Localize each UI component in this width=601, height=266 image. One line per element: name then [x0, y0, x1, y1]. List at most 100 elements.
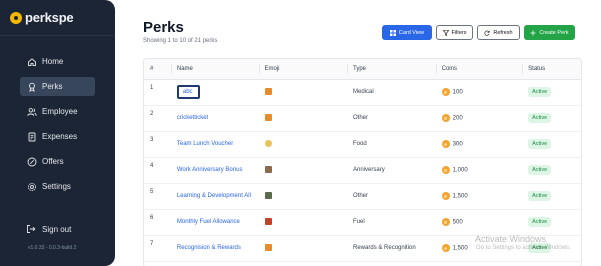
users-icon: [27, 107, 37, 117]
perk-type: Medical: [347, 79, 436, 106]
perk-name-link-focused[interactable]: abc: [176, 85, 200, 99]
perk-type: Other: [347, 183, 436, 210]
sign-out-button[interactable]: Sign out: [26, 224, 71, 234]
sidebar-item-home[interactable]: Home: [20, 52, 95, 71]
activate-windows-subtitle: Go to Settings to activate Windows.: [476, 245, 571, 251]
gear-icon: [27, 182, 37, 192]
plus-icon: [530, 30, 536, 35]
column-header-coins[interactable]: Coins: [435, 59, 523, 80]
house-icon: [264, 165, 272, 173]
table-row[interactable]: 4 Work Anniversary Bonus Anniversary 1,0…: [144, 157, 581, 184]
status-badge: Active: [528, 113, 552, 123]
logo-icon: [10, 11, 22, 24]
coin-icon: [441, 88, 450, 96]
column-header-emoji[interactable]: Emoji: [258, 59, 348, 80]
perk-name-link[interactable]: cricketticket: [177, 115, 208, 121]
row-number: 5: [144, 183, 171, 210]
coin-icon: [441, 218, 450, 226]
brand[interactable]: perkspe: [10, 10, 74, 25]
filters-label: Filters: [451, 29, 467, 36]
gift-icon: [264, 87, 272, 95]
perk-coins: 1,500: [452, 245, 468, 252]
table-row[interactable]: 3 Team Lunch Voucher Food 300 Active: [144, 131, 581, 158]
perk-name-link[interactable]: Monthly Fuel Allowance: [177, 219, 240, 225]
coin-icon: [441, 166, 450, 174]
perk-type: Fuel: [347, 209, 436, 236]
page-subtitle: Showing 1 to 10 of 21 perks: [143, 38, 218, 44]
receipt-icon: [27, 132, 37, 142]
row-number: 7: [144, 235, 171, 262]
sidebar: perkspe Home Perks Employee Expenses Off…: [0, 0, 115, 266]
perk-name-link[interactable]: Work Anniversary Bonus: [177, 167, 243, 173]
row-number: 1: [144, 79, 171, 106]
row-number: 2: [144, 105, 171, 132]
sidebar-nav: Home Perks Employee Expenses Offers Sett…: [20, 52, 95, 202]
coin-icon: [441, 192, 450, 200]
status-badge: Active: [528, 165, 552, 175]
table-row[interactable]: 6 Monthly Fuel Allowance Fuel 500 Active: [144, 209, 581, 236]
status-badge: Active: [528, 191, 552, 201]
perk-type: Anniversary: [347, 157, 436, 184]
refresh-label: Refresh: [493, 29, 513, 36]
perk-name-link[interactable]: Learning & Development All: [177, 193, 251, 199]
coin-icon: [441, 114, 450, 122]
gift-icon: [264, 243, 272, 251]
column-header-type[interactable]: Type: [347, 59, 436, 80]
sidebar-item-label: Offers: [42, 157, 64, 166]
coin-icon: [441, 140, 450, 148]
table-header-row: # Name Emoji Type Coins Status: [144, 59, 581, 80]
discount-icon: [27, 157, 37, 167]
create-perk-button[interactable]: Create Perk: [524, 25, 575, 40]
status-badge: Active: [528, 139, 552, 149]
card-view-button[interactable]: Card View: [382, 25, 432, 40]
food-icon: [264, 139, 272, 147]
row-number: 4: [144, 157, 171, 184]
divider: [0, 35, 115, 36]
row-number: 3: [144, 131, 171, 158]
sidebar-item-offers[interactable]: Offers: [20, 152, 95, 171]
fuel-icon: [264, 217, 272, 225]
sidebar-item-settings[interactable]: Settings: [20, 177, 95, 196]
version-text: v1.0.33 - 0.0.3-build.2: [28, 245, 77, 251]
refresh-icon: [484, 30, 490, 36]
sidebar-item-label: Employee: [42, 107, 78, 116]
perk-name: abc: [182, 89, 193, 95]
filters-button[interactable]: Filters: [436, 25, 473, 40]
coin-icon: [441, 244, 450, 252]
table-row[interactable]: 2 cricketticket Other 200 Active: [144, 105, 581, 132]
create-perk-label: Create Perk: [539, 29, 569, 36]
status-badge: Active: [528, 87, 552, 97]
perk-coins: 500: [452, 219, 463, 226]
grid-icon: [389, 29, 396, 36]
refresh-button[interactable]: Refresh: [477, 25, 520, 40]
perk-type: Rewards & Recognition: [347, 235, 436, 262]
sidebar-item-perks[interactable]: Perks: [20, 77, 95, 96]
row-number: 6: [144, 209, 171, 236]
sign-out-icon: [26, 224, 36, 234]
perk-type: Food: [347, 131, 436, 158]
sidebar-item-label: Expenses: [42, 132, 78, 141]
sidebar-item-label: Perks: [42, 82, 63, 91]
filter-icon: [442, 29, 449, 36]
table-row[interactable]: 5 Learning & Development All Other 1,500…: [144, 183, 581, 210]
perk-type: Other: [347, 105, 436, 132]
brand-name: perkspe: [25, 10, 74, 25]
sign-out-label: Sign out: [42, 224, 72, 234]
perk-name-link[interactable]: Team Lunch Voucher: [177, 141, 233, 147]
status-badge: Active: [528, 217, 552, 227]
column-header-number[interactable]: #: [144, 59, 171, 80]
table-row[interactable]: 1 abc Medical 100 Active: [144, 79, 581, 106]
sidebar-item-label: Home: [42, 57, 64, 66]
perk-coins: 1,500: [452, 193, 468, 200]
perk-name-link[interactable]: Recognision & Rewards: [177, 245, 241, 251]
page-title: Perks: [143, 19, 184, 36]
home-icon: [27, 57, 37, 67]
sidebar-item-label: Settings: [42, 182, 71, 191]
perk-coins: 1,000: [452, 167, 468, 174]
sidebar-item-employee[interactable]: Employee: [20, 102, 95, 121]
sidebar-item-expenses[interactable]: Expenses: [20, 127, 95, 146]
column-header-name[interactable]: Name: [170, 59, 259, 80]
perk-coins: 200: [452, 115, 463, 122]
perk-coins: 300: [452, 141, 463, 148]
column-header-status[interactable]: Status: [522, 59, 581, 80]
